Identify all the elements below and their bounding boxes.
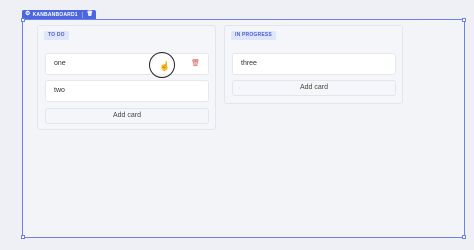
resize-handle-top-right[interactable] <box>462 18 466 22</box>
card-text: three <box>241 60 257 67</box>
app-canvas: ⚙ KANBANBOARD1 🗑 TO DO one 🗑 two Add car… <box>0 0 474 250</box>
trash-icon[interactable]: 🗑 <box>191 54 200 74</box>
card-text: one <box>54 60 66 67</box>
resize-handle-bottom-left[interactable] <box>21 235 25 239</box>
card-two[interactable]: two <box>45 80 209 102</box>
component-tag[interactable]: ⚙ KANBANBOARD1 🗑 <box>22 10 97 19</box>
card-one[interactable]: one 🗑 <box>45 53 209 75</box>
column-todo: TO DO one 🗑 two Add card <box>37 25 216 130</box>
resize-handle-bottom-right[interactable] <box>462 235 466 239</box>
card-three[interactable]: three <box>232 53 396 75</box>
component-name: KANBANBOARD1 <box>32 11 78 18</box>
column-in-progress: IN PROGRESS three Add card <box>224 25 403 104</box>
trash-icon[interactable]: 🗑 <box>87 10 94 19</box>
column-label-in-progress: IN PROGRESS <box>231 31 276 40</box>
column-label-todo: TO DO <box>44 31 69 40</box>
gear-icon[interactable]: ⚙ <box>25 10 31 19</box>
add-card-button[interactable]: Add card <box>232 80 396 96</box>
add-card-button[interactable]: Add card <box>45 108 209 124</box>
tag-divider <box>81 11 83 18</box>
card-text: two <box>54 87 65 94</box>
hand-pointer-icon: ☝ <box>159 61 171 71</box>
resize-handle-top-left[interactable] <box>21 18 25 22</box>
